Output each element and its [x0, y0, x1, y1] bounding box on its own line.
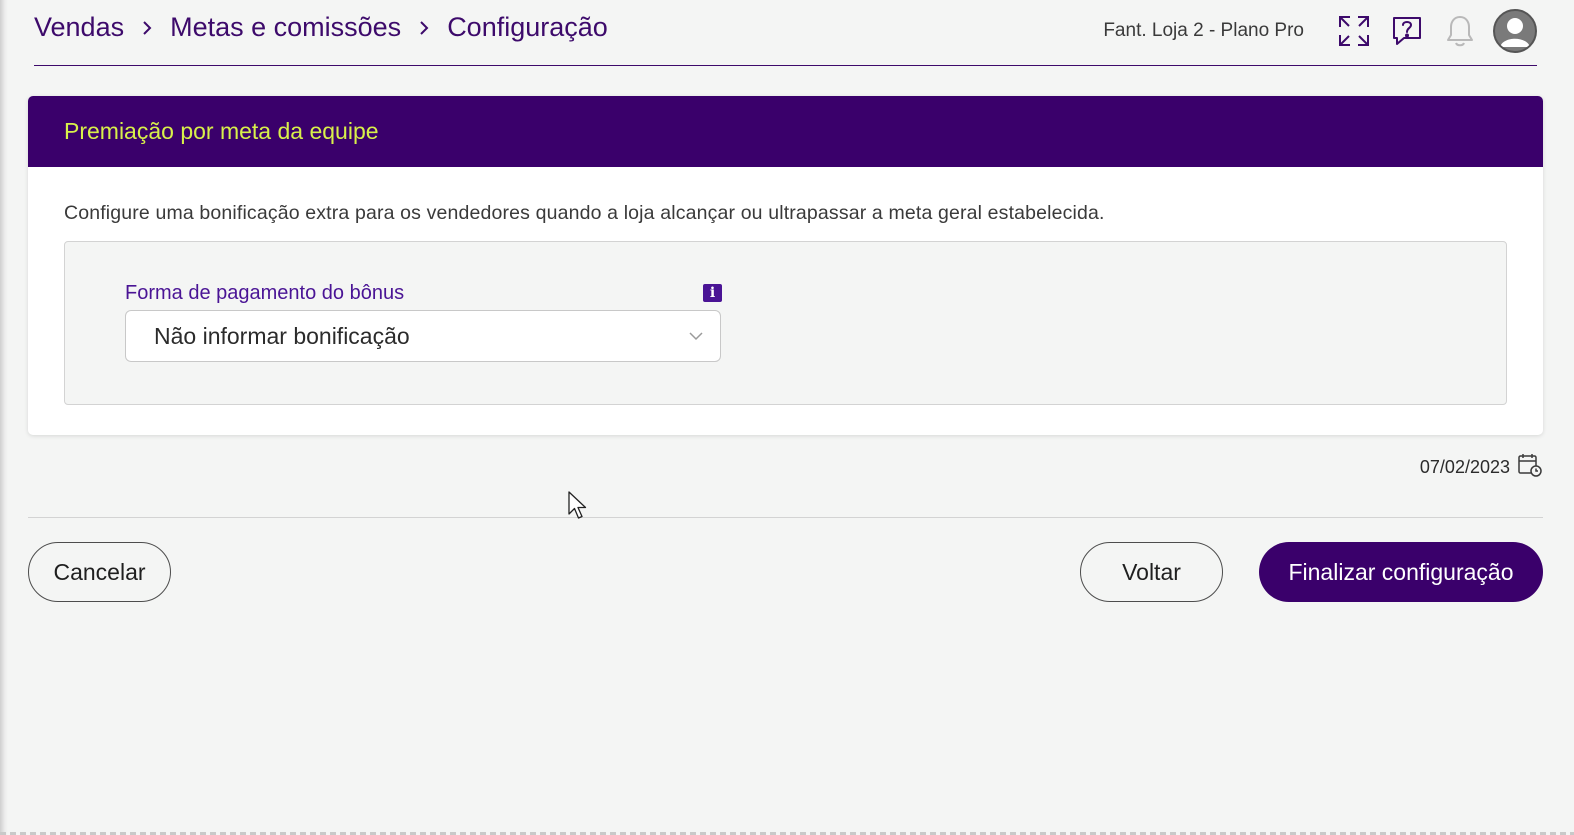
- back-button[interactable]: Voltar: [1080, 542, 1223, 602]
- bonus-form-panel: Forma de pagamento do bônus i Não inform…: [64, 241, 1507, 405]
- date-display: 07/02/2023: [1420, 452, 1543, 483]
- bonus-payment-select[interactable]: Não informar bonificação: [125, 310, 721, 362]
- calendar-clock-icon[interactable]: [1517, 452, 1543, 483]
- team-goal-bonus-card: Premiação por meta da equipe Configure u…: [28, 96, 1543, 435]
- breadcrumb-item-vendas[interactable]: Vendas: [34, 12, 124, 43]
- chevron-down-icon: [689, 332, 703, 341]
- info-icon[interactable]: i: [703, 284, 722, 302]
- header-actions: Fant. Loja 2 - Plano Pro: [1103, 9, 1537, 53]
- store-plan-label[interactable]: Fant. Loja 2 - Plano Pro: [1103, 20, 1304, 42]
- cancel-button[interactable]: Cancelar: [28, 542, 171, 602]
- help-chat-icon[interactable]: [1388, 12, 1426, 50]
- footer-divider: [28, 517, 1543, 518]
- expand-icon[interactable]: [1335, 12, 1373, 50]
- card-description: Configure uma bonificação extra para os …: [64, 202, 1105, 224]
- chevron-right-icon: [134, 15, 160, 41]
- date-value: 07/02/2023: [1419, 457, 1510, 477]
- window-left-edge: [0, 0, 8, 835]
- breadcrumb-item-metas[interactable]: Metas e comissões: [170, 12, 401, 43]
- card-title: Premiação por meta da equipe: [64, 118, 379, 144]
- breadcrumb-item-configuracao: Configuração: [447, 12, 608, 42]
- user-avatar-icon[interactable]: [1493, 9, 1537, 53]
- bell-icon[interactable]: [1441, 12, 1479, 50]
- breadcrumb: Vendas Metas e comissões Configuração: [34, 12, 608, 43]
- bonus-payment-selected-value: Não informar bonificação: [154, 322, 410, 349]
- bonus-payment-label: Forma de pagamento do bônus: [125, 282, 405, 304]
- card-header: Premiação por meta da equipe: [28, 96, 1543, 167]
- chevron-right-icon: [411, 15, 437, 41]
- finish-configuration-button[interactable]: Finalizar configuração: [1259, 542, 1543, 602]
- top-bar: Vendas Metas e comissões Configuração Fa…: [34, 0, 1537, 66]
- mouse-cursor-icon: [568, 491, 587, 519]
